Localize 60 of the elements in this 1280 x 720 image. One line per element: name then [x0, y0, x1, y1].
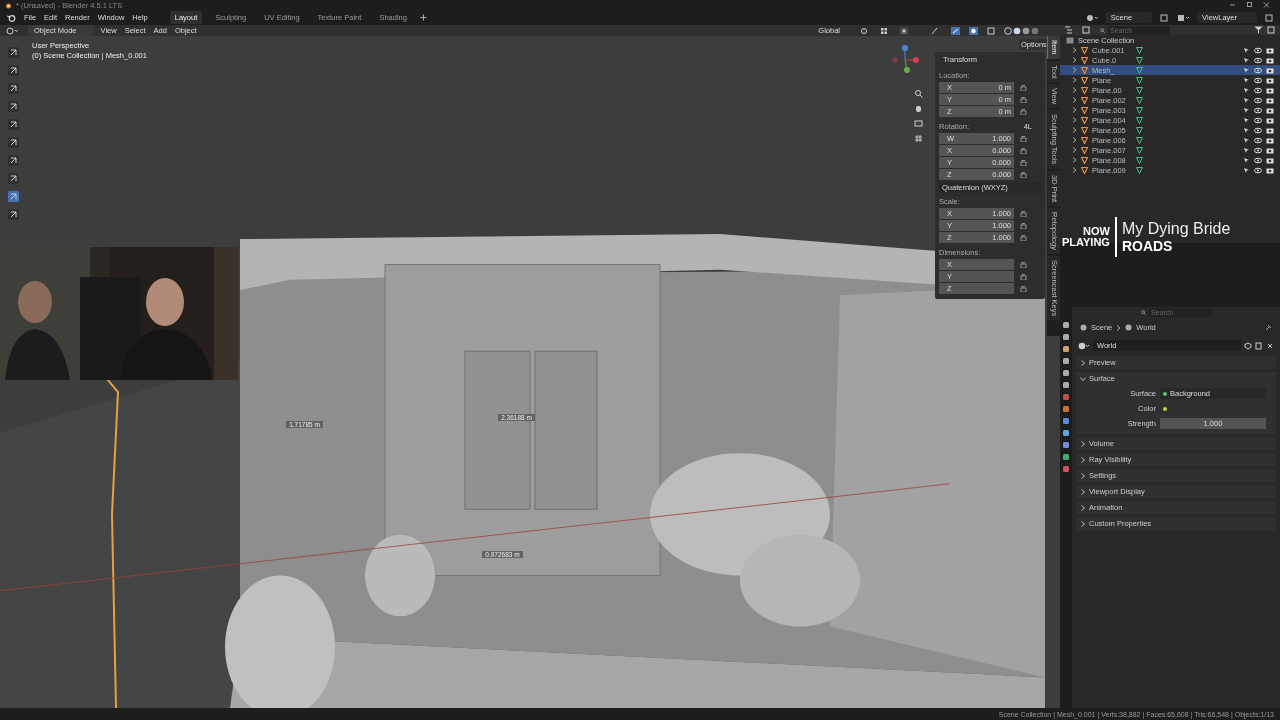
eye-icon[interactable]	[1254, 116, 1262, 124]
search-icon	[1100, 26, 1105, 34]
camera-icon[interactable]	[1266, 66, 1274, 74]
camera-icon[interactable]	[1266, 166, 1274, 174]
view-layer-icon[interactable]	[1177, 13, 1190, 22]
blender-logo-icon	[4, 1, 12, 9]
camera-icon[interactable]	[1266, 76, 1274, 84]
fake-user-icon[interactable]	[1244, 341, 1252, 350]
camera-icon[interactable]	[1266, 56, 1274, 64]
camera-icon[interactable]	[1266, 96, 1274, 104]
scene-icon	[1080, 324, 1087, 331]
camera-icon[interactable]	[1266, 136, 1274, 144]
eye-icon[interactable]	[1254, 86, 1262, 94]
scene-icon	[1125, 324, 1133, 331]
collection-icon	[1066, 36, 1074, 44]
camera-icon[interactable]	[1266, 156, 1274, 164]
search-icon	[1141, 308, 1146, 316]
eye-icon[interactable]	[1254, 126, 1262, 134]
now-playing-label: NOW PLAYING	[1062, 226, 1110, 248]
artist-name: My Dying Bride	[1121, 220, 1232, 238]
minimize-icon[interactable]	[1229, 2, 1236, 8]
chevron-icon	[1080, 375, 1086, 382]
scene-icon[interactable]	[1085, 13, 1098, 22]
chevron-icon	[1080, 472, 1086, 479]
eye-icon[interactable]	[1254, 106, 1262, 114]
eye-icon[interactable]	[1254, 146, 1262, 154]
camera-icon[interactable]	[1266, 86, 1274, 94]
camera-icon[interactable]	[1266, 106, 1274, 114]
eye-icon[interactable]	[1254, 96, 1262, 104]
maximize-icon[interactable]	[1246, 2, 1253, 8]
camera-icon[interactable]	[1266, 46, 1274, 54]
track-title: ROADS	[1121, 238, 1174, 254]
eye-icon[interactable]	[1254, 136, 1262, 144]
chevron-icon	[1080, 359, 1086, 366]
pin-icon[interactable]	[1265, 324, 1272, 331]
camera-icon[interactable]	[1266, 116, 1274, 124]
chevron-icon	[1080, 456, 1086, 463]
close-icon[interactable]	[1266, 341, 1274, 350]
eye-icon[interactable]	[1254, 76, 1262, 84]
new-view-layer-icon[interactable]	[1265, 13, 1274, 22]
eye-icon[interactable]	[1254, 46, 1262, 54]
eye-icon[interactable]	[1254, 66, 1262, 74]
blender-logo-icon[interactable]	[6, 13, 16, 22]
eye-icon[interactable]	[1254, 56, 1262, 64]
world-icon[interactable]	[1078, 341, 1090, 350]
camera-icon[interactable]	[1266, 146, 1274, 154]
chevron-icon	[1080, 440, 1086, 447]
color-swatch[interactable]	[1163, 406, 1167, 411]
add-icon[interactable]	[419, 14, 427, 21]
eye-icon[interactable]	[1254, 166, 1262, 174]
chevron-icon	[1116, 324, 1122, 331]
duplicate-icon[interactable]	[1255, 341, 1263, 350]
camera-icon[interactable]	[1266, 126, 1274, 134]
new-collection-icon[interactable]	[1267, 26, 1276, 34]
new-scene-icon[interactable]	[1160, 13, 1170, 22]
close-icon[interactable]	[1263, 2, 1270, 8]
chevron-icon	[1080, 488, 1086, 495]
eye-icon[interactable]	[1254, 156, 1262, 164]
chevron-icon	[1080, 504, 1086, 511]
chevron-icon	[1080, 520, 1086, 527]
